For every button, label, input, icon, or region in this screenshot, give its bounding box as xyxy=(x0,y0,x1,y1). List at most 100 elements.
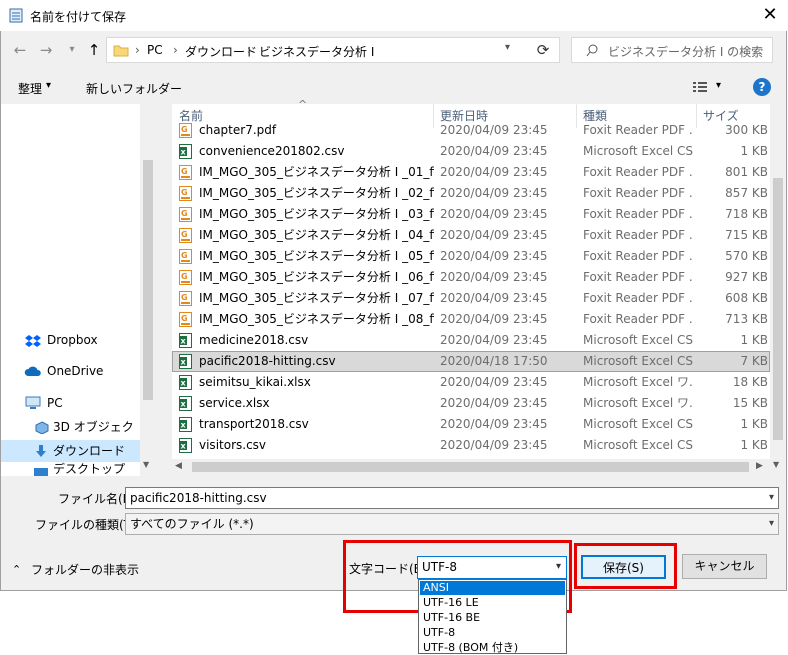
up-button[interactable]: ↑ xyxy=(84,38,104,62)
svg-text:x: x xyxy=(181,379,187,388)
file-type: Microsoft Excel CS... xyxy=(583,417,693,431)
svg-text:x: x xyxy=(181,442,187,451)
file-size: 1 KB xyxy=(740,333,768,347)
scroll-down-icon[interactable]: ▼ xyxy=(143,460,149,469)
file-date: 2020/04/09 23:45 xyxy=(440,123,548,137)
view-dropdown-icon[interactable]: ▾ xyxy=(716,80,721,91)
file-date: 2020/04/09 23:45 xyxy=(440,249,548,263)
file-name: IM_MGO_305_ビジネスデータ分析 I _08_fina... xyxy=(199,312,434,326)
organize-menu[interactable]: 整理 xyxy=(18,80,42,97)
file-type: Microsoft Excel ワ... xyxy=(583,396,693,410)
file-size: 300 KB xyxy=(725,123,768,137)
table-row[interactable]: G IM_MGO_305_ビジネスデータ分析 I _04_fina... 2020/… xyxy=(172,225,770,246)
file-list-vertical-scrollbar[interactable]: ▼ xyxy=(770,104,786,476)
file-type: Foxit Reader PDF ... xyxy=(583,270,693,284)
notepad-icon xyxy=(9,8,23,23)
table-row[interactable]: G IM_MGO_305_ビジネスデータ分析 I _03_fina... 2020/… xyxy=(172,204,770,225)
file-type: Microsoft Excel CS... xyxy=(583,144,693,158)
table-row[interactable]: x seimitsu_kikai.xlsx 2020/04/09 23:45 Micr… xyxy=(172,372,770,393)
nav-item-3d-objects[interactable]: 3D オブジェクト xyxy=(1,416,141,456)
table-row[interactable]: x transport2018.csv 2020/04/09 23:45 Micros… xyxy=(172,414,770,435)
file-size: 1 KB xyxy=(740,144,768,158)
table-row[interactable]: G IM_MGO_305_ビジネスデータ分析 I _07_fina... 2020/… xyxy=(172,288,770,309)
search-box[interactable]: ビジネスデータ分析 I の検索 xyxy=(571,37,773,63)
pdf-file-icon: G xyxy=(179,270,192,285)
chevron-down-icon: ▾ xyxy=(46,80,52,91)
command-bar: 整理 ▾ 新しいフォルダー ▾ ? xyxy=(1,74,786,102)
hide-folders-label: フォルダーの非表示 xyxy=(31,563,140,577)
encoding-option-utf16be[interactable]: UTF-16 BE xyxy=(420,611,565,625)
file-size: 18 KB xyxy=(732,375,768,389)
view-options-icon[interactable] xyxy=(693,81,707,94)
file-type: Foxit Reader PDF ... xyxy=(583,207,693,221)
svg-text:G: G xyxy=(181,167,188,176)
help-icon[interactable]: ? xyxy=(753,78,771,96)
scroll-right-icon[interactable]: ▶ xyxy=(756,461,763,471)
nav-item-pc[interactable]: PC xyxy=(1,392,141,414)
encoding-option-utf16le[interactable]: UTF-16 LE xyxy=(420,596,565,610)
filename-input[interactable]: pacific2018-hitting.csv ▾ xyxy=(125,487,779,509)
chevron-down-icon[interactable]: ▾ xyxy=(769,514,774,534)
file-name: service.xlsx xyxy=(199,396,270,410)
close-button[interactable]: ✕ xyxy=(757,3,783,27)
filetype-select[interactable]: すべてのファイル (*.*) ▾ xyxy=(125,513,779,535)
filename-value: pacific2018-hitting.csv xyxy=(130,491,267,505)
address-history-dropdown[interactable]: ▾ xyxy=(505,42,510,53)
nav-pane-scrollbar[interactable]: ▼ xyxy=(140,104,156,476)
table-row[interactable]: G IM_MGO_305_ビジネスデータ分析 I _08_fina... 2020/… xyxy=(172,309,770,330)
nav-item-onedrive[interactable]: OneDrive xyxy=(1,360,141,382)
pdf-file-icon: G xyxy=(179,249,192,264)
nav-item-desktop[interactable]: デスクトップ xyxy=(1,462,141,476)
scroll-left-icon[interactable]: ◀ xyxy=(175,461,182,471)
breadcrumb-current-folder[interactable]: ビジネスデータ分析 I xyxy=(259,43,374,60)
nav-item-downloads[interactable]: ダウンロード xyxy=(1,440,141,462)
table-row[interactable]: x medicine2018.csv 2020/04/09 23:45 Microso… xyxy=(172,330,770,351)
file-date: 2020/04/09 23:45 xyxy=(440,333,548,347)
table-row[interactable]: G IM_MGO_305_ビジネスデータ分析 I _06_fina... 2020/… xyxy=(172,267,770,288)
file-rows: Gchapter7.pdf 2020/04/09 23:45 Foxit Reade… xyxy=(172,122,770,459)
address-bar[interactable]: › PC › ダウンロード › ビジネスデータ分析 I ▾ xyxy=(106,37,560,63)
file-date: 2020/04/09 23:45 xyxy=(440,228,548,242)
file-size: 570 KB xyxy=(725,249,768,263)
encoding-option-utf8-bom[interactable]: UTF-8 (BOM 付き) xyxy=(420,641,565,655)
svg-text:x: x xyxy=(181,400,187,409)
forward-button[interactable]: → xyxy=(36,38,56,62)
file-date: 2020/04/09 23:45 xyxy=(440,291,548,305)
refresh-button[interactable]: ⟳ xyxy=(531,39,555,61)
file-type: Foxit Reader PDF ... xyxy=(583,249,693,263)
file-type: Microsoft Excel ワ... xyxy=(583,375,693,389)
breadcrumb-separator: › xyxy=(135,43,140,57)
table-row[interactable]: Gchapter7.pdf 2020/04/09 23:45 Foxit Reade… xyxy=(172,122,770,141)
file-size: 713 KB xyxy=(725,312,768,326)
excel-file-icon: x xyxy=(179,417,192,432)
cancel-button[interactable]: キャンセル xyxy=(682,554,767,579)
encoding-option-utf8[interactable]: UTF-8 xyxy=(420,626,565,640)
scrollbar-thumb[interactable] xyxy=(192,462,749,472)
table-row[interactable]: G IM_MGO_305_ビジネスデータ分析 I _05_fina... 2020/… xyxy=(172,246,770,267)
table-row[interactable]: x pacific2018-hitting.csv 2020/04/18 17:50… xyxy=(172,351,770,372)
recent-locations-button[interactable]: ▾ xyxy=(62,38,82,62)
scrollbar-thumb[interactable] xyxy=(773,178,783,440)
table-row[interactable]: x service.xlsx 2020/04/09 23:45 Microsoft E… xyxy=(172,393,770,414)
scrollbar-thumb[interactable] xyxy=(143,160,153,400)
table-row[interactable]: G IM_MGO_305_ビジネスデータ分析 I _01_fina... 2020/… xyxy=(172,162,770,183)
file-type: Microsoft Excel CS... xyxy=(583,438,693,452)
nav-item-dropbox[interactable]: Dropbox xyxy=(1,329,141,351)
scroll-down-icon[interactable]: ▼ xyxy=(773,460,779,469)
file-size: 1 KB xyxy=(740,438,768,452)
table-row[interactable]: x convenience201802.csv 2020/04/09 23:45 Mi… xyxy=(172,141,770,162)
file-date: 2020/04/09 23:45 xyxy=(440,396,548,410)
file-date: 2020/04/09 23:45 xyxy=(440,186,548,200)
sort-ascending-icon: ^ xyxy=(298,98,308,111)
table-row[interactable]: G IM_MGO_305_ビジネスデータ分析 I _02_fina... 2020/… xyxy=(172,183,770,204)
encoding-option-ansi[interactable]: ANSI xyxy=(420,581,565,595)
chevron-down-icon[interactable]: ▾ xyxy=(769,488,774,508)
title-bar: 名前を付けて保存 ✕ xyxy=(0,0,787,31)
breadcrumb-pc[interactable]: PC xyxy=(147,43,163,57)
table-row[interactable]: x visitors.csv 2020/04/09 23:45 Microsoft E… xyxy=(172,435,770,456)
breadcrumb-separator: › xyxy=(247,43,252,57)
file-list-horizontal-scrollbar[interactable]: ◀ ▶ xyxy=(172,459,770,476)
back-button[interactable]: ← xyxy=(10,38,30,62)
nav-item-label: Dropbox xyxy=(47,333,98,347)
new-folder-button[interactable]: 新しいフォルダー xyxy=(86,80,182,97)
